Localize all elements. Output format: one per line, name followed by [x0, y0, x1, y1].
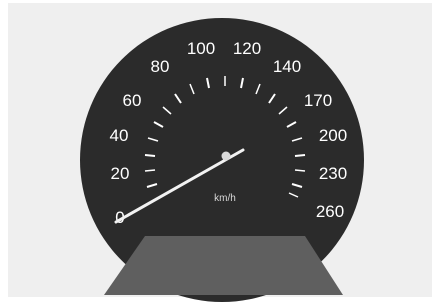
tick-mark — [294, 154, 306, 157]
scale-label-230: 230 — [319, 164, 347, 183]
tick-mark — [294, 169, 306, 172]
scale-label-170: 170 — [304, 91, 332, 110]
speedometer: km/h 0 20 40 60 80 100 120 140 170 200 2… — [80, 18, 364, 302]
unit-label: km/h — [214, 193, 236, 204]
scale-label-260: 260 — [316, 202, 344, 221]
scale-label-80: 80 — [151, 57, 170, 76]
tick-mark — [144, 169, 156, 172]
tick-mark — [144, 154, 156, 157]
scale-label-100: 100 — [187, 39, 215, 58]
scale-label-140: 140 — [273, 57, 301, 76]
dial-base — [104, 236, 343, 295]
scale-label-60: 60 — [123, 91, 142, 110]
scale-label-20: 20 — [111, 164, 130, 183]
needle-hub — [221, 151, 231, 161]
screenshot-frame: km/h 0 20 40 60 80 100 120 140 170 200 2… — [0, 0, 440, 305]
scale-label-120: 120 — [233, 39, 261, 58]
scale-label-40: 40 — [110, 126, 129, 145]
scale-label-200: 200 — [319, 126, 347, 145]
